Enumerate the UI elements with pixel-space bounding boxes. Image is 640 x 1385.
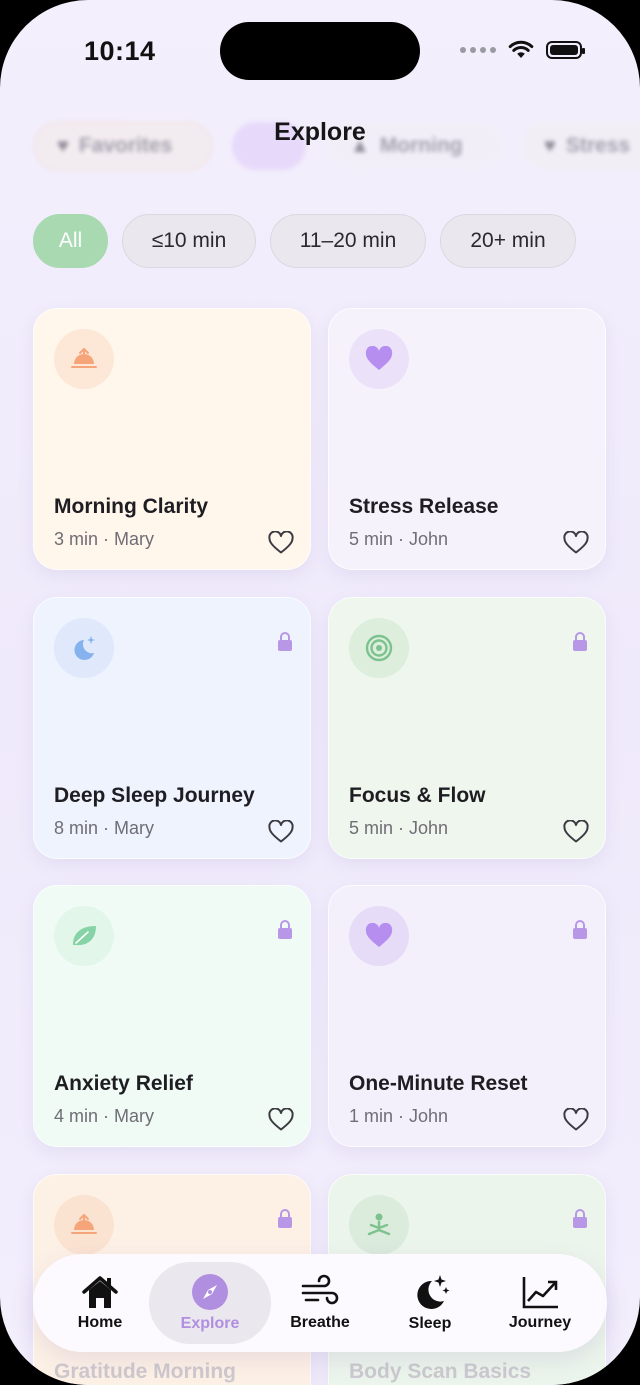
favorite-heart-button[interactable] [563,819,589,844]
tab-label: Sleep [408,1315,452,1332]
tab-home[interactable]: Home [57,1254,143,1352]
card-title: Gratitude Morning [54,1360,236,1383]
card-title: Stress Release [349,495,499,518]
card-title: One-Minute Reset [349,1072,528,1095]
battery-icon [546,41,585,59]
tab-breathe[interactable]: Breathe [277,1254,363,1352]
dynamic-island [220,22,420,80]
sunrise-icon [54,1195,114,1255]
moon-stars-icon [417,1275,450,1309]
favorite-heart-button[interactable] [268,530,294,555]
home-icon [82,1276,118,1308]
session-card[interactable]: One-Minute Reset 1 min · John [328,885,606,1147]
card-title: Body Scan Basics [349,1360,532,1383]
favorite-heart-button[interactable] [563,530,589,555]
card-meta: 1 min · John [349,1106,449,1126]
card-title: Deep Sleep Journey [54,784,255,807]
tab-explore[interactable]: Explore [167,1254,253,1352]
lock-icon [278,920,292,939]
tab-label: Home [77,1314,123,1331]
card-meta: 4 min · Mary [54,1106,155,1126]
status-icons [460,40,585,60]
card-meta: 3 min · Mary [54,529,155,549]
leaf-icon [54,906,114,966]
tab-bar: Home Explore Breathe Sleep Journey [33,1254,607,1352]
favorite-heart-button[interactable] [268,1107,294,1132]
moon-stars-icon [54,618,114,678]
lock-icon [278,632,292,651]
duration-filter-row: All ≤10 min 11–20 min 20+ min [33,214,576,268]
card-meta: 5 min · John [349,818,449,838]
filter-chip-10-min[interactable]: ≤10 min [122,214,256,268]
favorite-heart-button[interactable] [563,1107,589,1132]
lock-icon [573,632,587,651]
lock-icon [573,920,587,939]
tab-label: Explore [180,1315,240,1332]
tab-label: Journey [508,1314,572,1331]
target-icon [349,618,409,678]
favorite-heart-button[interactable] [268,819,294,844]
session-card[interactable]: Focus & Flow 5 min · John [328,597,606,859]
phone-screen: 10:14 ♥ Favorites ▲ Morning ♥ Stress Exp… [0,0,640,1385]
session-card[interactable]: Anxiety Relief 4 min · Mary [33,885,311,1147]
lock-icon [573,1209,587,1228]
card-meta: 8 min · Mary [54,818,155,838]
session-card[interactable]: Stress Release 5 min · John [328,308,606,570]
filter-chip-11-20-min[interactable]: 11–20 min [270,214,426,268]
sunrise-icon [54,329,114,389]
heart-icon [349,906,409,966]
filter-chip-20-plus-min[interactable]: 20+ min [440,214,576,268]
compass-icon [192,1274,228,1310]
wind-icon [301,1274,339,1305]
card-title: Morning Clarity [54,495,209,518]
tab-journey[interactable]: Journey [497,1254,583,1352]
tab-label: Breathe [290,1314,350,1331]
heart-icon [349,329,409,389]
cellular-signal-icon [460,47,496,53]
page-title: Explore [274,118,366,146]
status-time: 10:14 [84,36,156,66]
filter-chip-all[interactable]: All [33,214,108,268]
chart-trend-icon [522,1277,558,1309]
meditate-icon [349,1195,409,1255]
wifi-icon [508,40,534,58]
card-title: Focus & Flow [349,784,486,807]
tab-sleep[interactable]: Sleep [387,1254,473,1352]
lock-icon [278,1209,292,1228]
session-card[interactable]: Morning Clarity 3 min · Mary [33,308,311,570]
card-title: Anxiety Relief [54,1072,193,1095]
card-meta: 5 min · John [349,529,449,549]
session-card[interactable]: Deep Sleep Journey 8 min · Mary [33,597,311,859]
